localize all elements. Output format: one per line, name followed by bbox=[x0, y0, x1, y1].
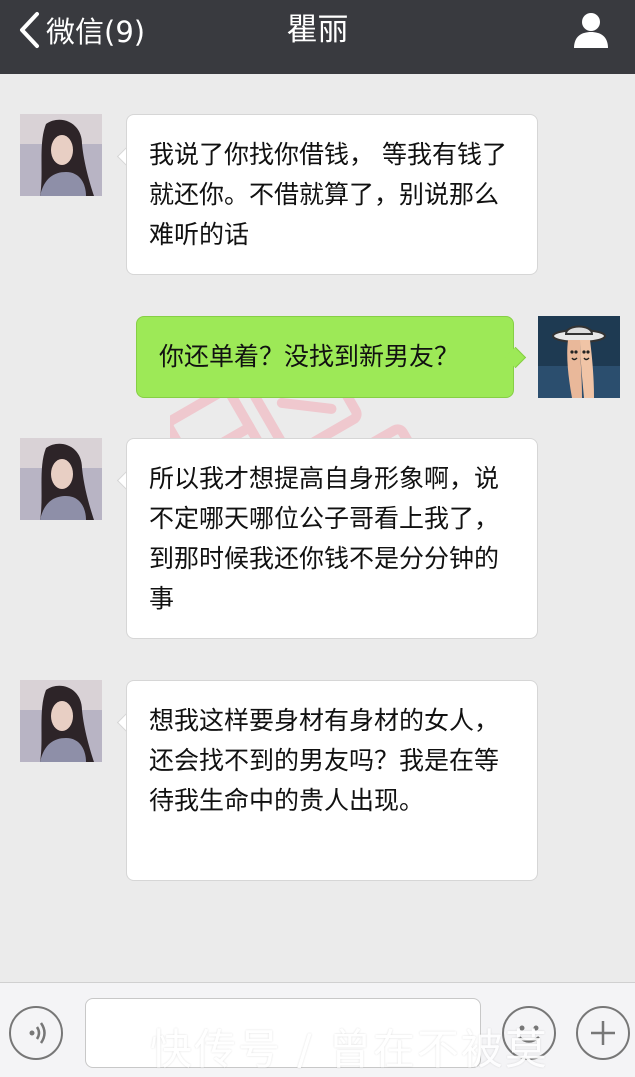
chat-title: 瞿丽 bbox=[286, 12, 349, 48]
voice-icon bbox=[29, 1022, 46, 1044]
contact-photo bbox=[20, 680, 102, 762]
avatar-self[interactable] bbox=[538, 316, 620, 398]
avatar-contact[interactable] bbox=[20, 680, 102, 762]
avatar-contact[interactable] bbox=[20, 438, 102, 520]
avatar-contact[interactable] bbox=[20, 114, 102, 196]
user-icon[interactable] bbox=[571, 10, 611, 50]
plus-icon bbox=[591, 1021, 615, 1045]
self-photo bbox=[538, 316, 620, 398]
contact-photo bbox=[20, 438, 102, 520]
footer-watermark: 快传号 / 曾在不被莫 bbox=[150, 1025, 549, 1074]
message-bubble-incoming[interactable]: 我说了你找你借钱， 等我有钱了就还你。不借就算了，别说那么难听的话 bbox=[126, 114, 538, 275]
top-bar: 微信(9) 瞿丽 bbox=[0, 0, 635, 74]
contact-photo bbox=[20, 114, 102, 196]
more-button[interactable] bbox=[576, 1006, 630, 1060]
voice-button[interactable] bbox=[9, 1006, 63, 1060]
message-bubble-outgoing[interactable]: 你还单着？没找到新男友？ bbox=[136, 316, 514, 398]
message-bubble-incoming[interactable]: 想我这样要身材有身材的女人，还会找不到的男友吗？我是在等待我生命中的贵人出现。 bbox=[126, 680, 538, 881]
message-bubble-incoming[interactable]: 所以我才想提高自身形象啊，说不定哪天哪位公子哥看上我了，到那时候我还你钱不是分分… bbox=[126, 438, 538, 639]
